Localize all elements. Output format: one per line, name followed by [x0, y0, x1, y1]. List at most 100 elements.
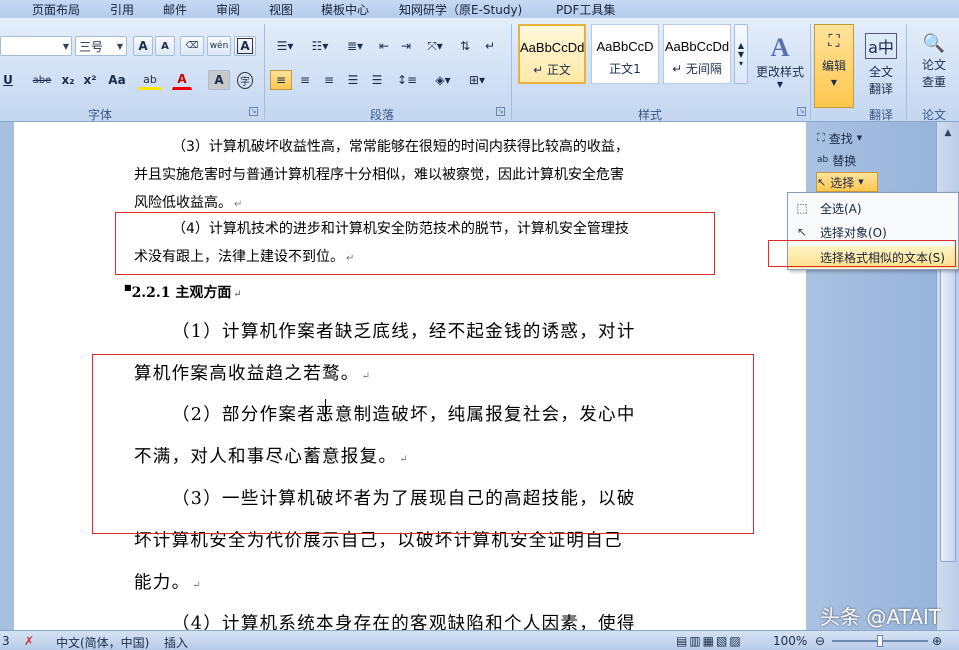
spelling-check-icon[interactable]: ✗	[24, 634, 34, 648]
status-bar: 3 ✗ 中文(简体，中国) 插入 ▤▥▦▧▨ 100% ⊖ ⊕	[0, 630, 959, 650]
tab-review[interactable]: 审阅	[216, 1, 240, 18]
char-shading-button[interactable]: A	[208, 70, 230, 90]
font-color-button[interactable]: A	[172, 70, 192, 90]
chevron-up-icon[interactable]: ▲	[941, 128, 955, 142]
find-button[interactable]: ⛶ 查找 ▼	[816, 128, 878, 148]
increase-indent-button[interactable]: ⇥	[396, 36, 416, 56]
paper-check-button[interactable]: 🔍 论文 查重	[912, 32, 956, 102]
bullets-button[interactable]: ☰▾	[270, 36, 300, 56]
annotation-red-box	[92, 354, 754, 534]
superscript-button[interactable]: x²	[80, 70, 100, 90]
return-mark: ↵	[233, 289, 242, 300]
para-line: （3）计算机破坏收益性高，常常能够在很短的时间内获得比较高的收益，	[172, 139, 629, 155]
group-divider	[511, 24, 512, 120]
page-number[interactable]: 3	[2, 634, 10, 648]
replace-button[interactable]: ab 替换	[816, 150, 878, 170]
chevron-down-icon: ▼	[830, 78, 838, 87]
shading-button[interactable]: ◈▾	[428, 70, 458, 90]
return-mark: ↵	[192, 580, 203, 591]
multilevel-list-button[interactable]: ≣▾	[340, 36, 370, 56]
font-dialog-launcher[interactable]: ↘	[249, 107, 258, 116]
subscript-icon: x₂	[61, 73, 75, 87]
align-left-icon: ≡	[275, 73, 287, 87]
menu-item-select-all[interactable]: ⬚ 全选(A)	[788, 197, 958, 219]
style-normal1[interactable]: AaBbCcD 正文1	[591, 24, 659, 84]
styles-scroll[interactable]: ▲ ▼ ▾	[734, 24, 748, 84]
view-buttons-icon[interactable]: ▤▥▦▧▨	[676, 634, 743, 648]
font-size-combo[interactable]: 三号 ▼	[75, 36, 127, 56]
language-indicator[interactable]: 中文(简体，中国)	[56, 634, 149, 650]
tab-pdf-tools[interactable]: PDF工具集	[556, 1, 615, 18]
grow-font-button[interactable]: A	[133, 36, 153, 56]
tab-template-center[interactable]: 模板中心	[321, 1, 369, 18]
scroll-thumb[interactable]	[940, 262, 956, 562]
clear-format-button[interactable]: ⌫	[180, 36, 204, 56]
full-translate-button[interactable]: a中 全文 翻译	[860, 32, 902, 102]
tab-references[interactable]: 引用	[110, 1, 134, 18]
decrease-indent-button[interactable]: ⇤	[374, 36, 394, 56]
style-normal[interactable]: AaBbCcDd ↵ 正文	[518, 24, 586, 84]
tab-page-layout[interactable]: 页面布局	[32, 1, 80, 18]
align-left-button[interactable]: ≡	[270, 70, 292, 90]
cursor-arrow-icon: ↖	[817, 175, 827, 189]
para-line: 并且实施危害时与普通计算机程序十分相似，难以被察觉，因此计算机安全危害	[134, 167, 624, 183]
menu-item-label: 全选(A)	[820, 201, 862, 216]
document-page[interactable]: （3）计算机破坏收益性高，常常能够在很短的时间内获得比较高的收益， 并且实施危害…	[14, 122, 806, 630]
subscript-button[interactable]: x₂	[58, 70, 78, 90]
char-shading-icon: A	[214, 73, 224, 87]
menu-item-label: 选择对象(O)	[820, 225, 887, 240]
styles-dialog-launcher[interactable]: ↘	[797, 107, 806, 116]
insert-mode-indicator[interactable]: 插入	[164, 634, 188, 650]
numbering-button[interactable]: ☷▾	[305, 36, 335, 56]
char-border-button[interactable]: A	[234, 36, 256, 56]
enclose-char-icon: 字	[237, 71, 253, 89]
font-name-combo[interactable]: ▼	[0, 36, 72, 56]
sort-button[interactable]: ⇅	[455, 36, 475, 56]
change-case-button[interactable]: Aa	[104, 70, 130, 90]
chinese-layout-button[interactable]: ⤧▾	[420, 36, 450, 56]
numbered-list-icon: ☷▾	[311, 39, 329, 53]
distributed-button[interactable]: ☰	[366, 70, 388, 90]
tab-estudy[interactable]: 知网研学（原E-Study)	[399, 1, 522, 18]
line-spacing-button[interactable]: ↕≡	[392, 70, 422, 90]
zoom-level[interactable]: 100%	[773, 634, 807, 648]
border-icon: ⊞▾	[468, 73, 486, 87]
annotation-red-box	[115, 212, 715, 275]
highlight-button[interactable]: ab	[138, 70, 162, 90]
shrink-font-button[interactable]: A	[155, 36, 175, 56]
style-name: 正文1	[609, 62, 641, 76]
align-right-button[interactable]: ≡	[318, 70, 340, 90]
group-divider	[810, 24, 811, 120]
change-styles-button[interactable]: A 更改样式 ▼	[752, 26, 808, 96]
tab-view[interactable]: 视图	[269, 1, 293, 18]
paragraph-dialog-launcher[interactable]: ↘	[496, 107, 505, 116]
select-button[interactable]: ↖ 选择 ▼	[816, 172, 878, 192]
enclose-char-button[interactable]: 字	[234, 70, 256, 90]
tab-mailings[interactable]: 邮件	[163, 1, 187, 18]
font-color-icon: A	[177, 72, 187, 86]
zoom-slider-thumb[interactable]	[877, 635, 883, 647]
justify-button[interactable]: ☰	[342, 70, 364, 90]
phonetic-guide-button[interactable]: wén	[207, 36, 231, 56]
translate-group-label: 翻译	[868, 108, 893, 122]
bullet-list-icon: ☰▾	[276, 39, 294, 53]
ribbon: ▼ 三号 ▼ A A ⌫ wén A U abe x₂ x² Aa ab A A …	[0, 18, 959, 122]
strikethrough-button[interactable]: abe	[28, 70, 56, 90]
para-line: 能力。 ↵	[134, 573, 203, 593]
underline-button[interactable]: U	[0, 70, 16, 90]
align-center-button[interactable]: ≡	[294, 70, 316, 90]
style-sample: AaBbCcD	[596, 39, 654, 54]
section-heading: ■2.2.1 主观方面 ↵	[124, 282, 242, 301]
para-line: 风险低收益高。 ↵	[134, 195, 243, 211]
zoom-out-icon[interactable]: ⊖	[815, 634, 825, 648]
borders-button[interactable]: ⊞▾	[462, 70, 492, 90]
editing-button[interactable]: ⛶ 编辑 ▼	[814, 24, 854, 108]
show-marks-button[interactable]: ↵	[480, 36, 500, 56]
chevron-down-icon: ▼	[116, 41, 123, 51]
left-margin-strip	[0, 122, 14, 630]
group-divider	[906, 24, 907, 120]
style-no-spacing[interactable]: AaBbCcDd ↵ 无间隔	[663, 24, 731, 84]
char-border-icon: A	[237, 38, 253, 54]
watermark: 头条 @ATAIT	[820, 605, 941, 629]
zoom-in-icon[interactable]: ⊕	[932, 634, 942, 648]
